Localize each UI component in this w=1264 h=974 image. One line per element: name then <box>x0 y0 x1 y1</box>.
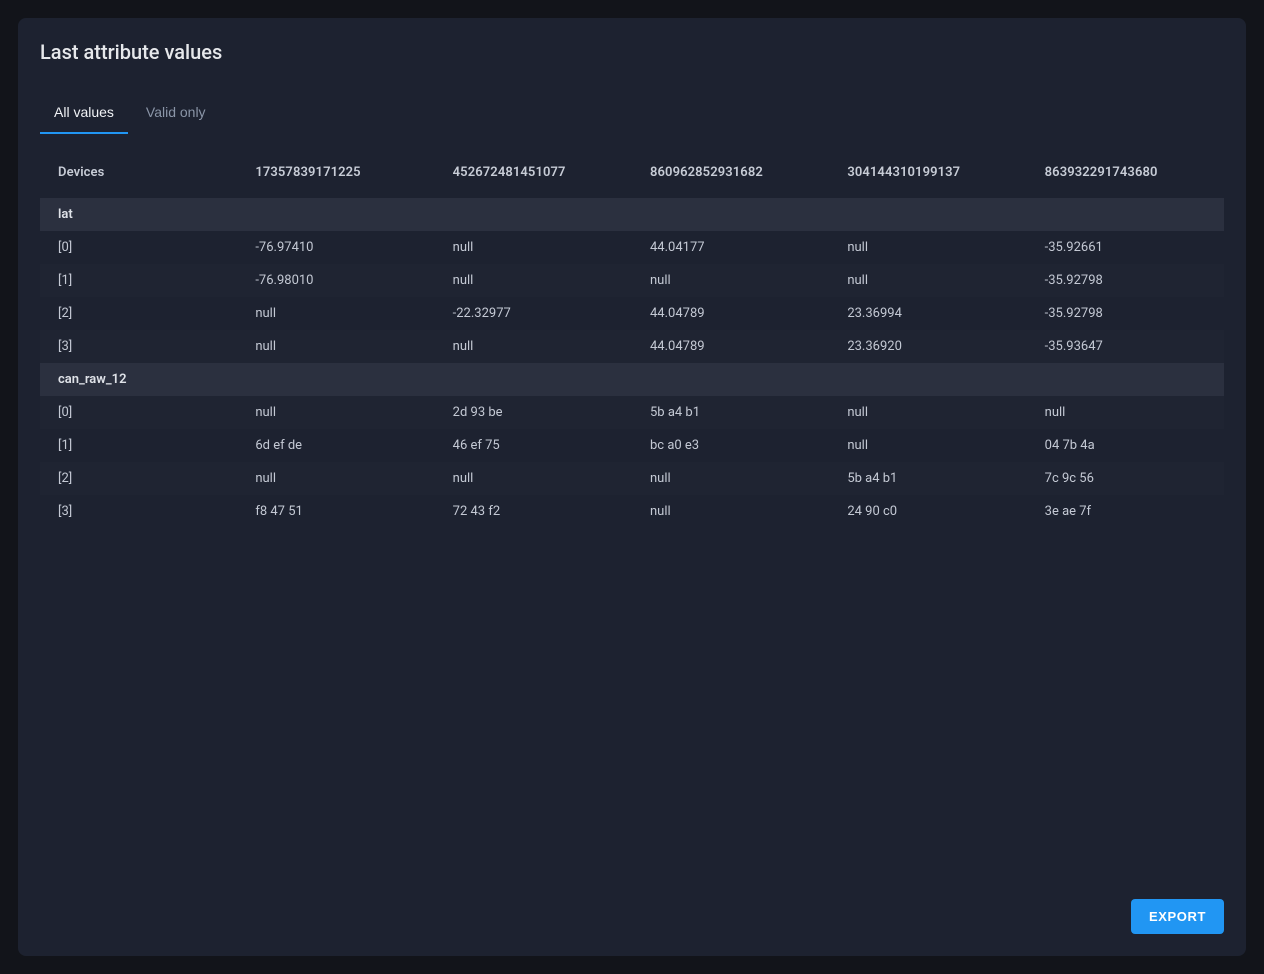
cell: null <box>237 462 434 495</box>
cell: 6d ef de <box>237 429 434 462</box>
cell: 23.36920 <box>829 330 1026 363</box>
cell: 44.04789 <box>632 297 829 330</box>
cell: f8 47 51 <box>237 495 434 528</box>
row-index: [2] <box>40 462 237 495</box>
table-scroll-area[interactable]: Devices 17357839171225 452672481451077 8… <box>18 135 1246 881</box>
col-device-1: 17357839171225 <box>237 147 434 198</box>
group-name: can_raw_12 <box>40 363 1224 396</box>
tabs: All values Valid only <box>18 94 1246 135</box>
col-device-4: 304144310199137 <box>829 147 1026 198</box>
row-index: [3] <box>40 495 237 528</box>
cell: null <box>237 330 434 363</box>
cell: 46 ef 75 <box>435 429 632 462</box>
cell: null <box>829 429 1026 462</box>
cell: -22.32977 <box>435 297 632 330</box>
tab-all-values[interactable]: All values <box>40 94 128 134</box>
col-device-5: 863932291743680 <box>1027 147 1224 198</box>
cell: null <box>1027 396 1224 429</box>
cell: -35.93647 <box>1027 330 1224 363</box>
table-row: [2] null null null 5b a4 b1 7c 9c 56 <box>40 462 1224 495</box>
cell: 5b a4 b1 <box>632 396 829 429</box>
row-index: [1] <box>40 429 237 462</box>
row-index: [1] <box>40 264 237 297</box>
cell: 7c 9c 56 <box>1027 462 1224 495</box>
cell: null <box>237 297 434 330</box>
cell: 04 7b 4a <box>1027 429 1224 462</box>
cell: null <box>829 264 1026 297</box>
table-header-row: Devices 17357839171225 452672481451077 8… <box>40 147 1224 198</box>
group-name: lat <box>40 198 1224 231</box>
tab-valid-only[interactable]: Valid only <box>132 94 220 132</box>
table-row: [1] 6d ef de 46 ef 75 bc a0 e3 null 04 7… <box>40 429 1224 462</box>
cell: 24 90 c0 <box>829 495 1026 528</box>
cell: 5b a4 b1 <box>829 462 1026 495</box>
group-header: can_raw_12 <box>40 363 1224 396</box>
cell: bc a0 e3 <box>632 429 829 462</box>
attribute-values-table: Devices 17357839171225 452672481451077 8… <box>40 147 1224 528</box>
cell: null <box>829 231 1026 264</box>
cell: 23.36994 <box>829 297 1026 330</box>
table-row: [3] null null 44.04789 23.36920 -35.9364… <box>40 330 1224 363</box>
cell: null <box>435 462 632 495</box>
cell: null <box>632 495 829 528</box>
table-row: [2] null -22.32977 44.04789 23.36994 -35… <box>40 297 1224 330</box>
cell: 44.04789 <box>632 330 829 363</box>
cell: null <box>435 330 632 363</box>
col-device-3: 860962852931682 <box>632 147 829 198</box>
row-index: [2] <box>40 297 237 330</box>
cell: null <box>829 396 1026 429</box>
group-header: lat <box>40 198 1224 231</box>
cell: null <box>237 396 434 429</box>
table-row: [0] null 2d 93 be 5b a4 b1 null null <box>40 396 1224 429</box>
export-button[interactable]: EXPORT <box>1131 899 1224 934</box>
row-index: [3] <box>40 330 237 363</box>
cell: 2d 93 be <box>435 396 632 429</box>
cell: -35.92798 <box>1027 264 1224 297</box>
table-row: [3] f8 47 51 72 43 f2 null 24 90 c0 3e a… <box>40 495 1224 528</box>
attribute-values-card: Last attribute values All values Valid o… <box>18 18 1246 956</box>
card-footer: EXPORT <box>18 881 1246 956</box>
cell: 44.04177 <box>632 231 829 264</box>
cell: null <box>435 231 632 264</box>
cell: 3e ae 7f <box>1027 495 1224 528</box>
cell: -76.98010 <box>237 264 434 297</box>
card-title: Last attribute values <box>18 18 1246 64</box>
row-index: [0] <box>40 231 237 264</box>
col-devices: Devices <box>40 147 237 198</box>
cell: -76.97410 <box>237 231 434 264</box>
row-index: [0] <box>40 396 237 429</box>
cell: -35.92661 <box>1027 231 1224 264</box>
cell: -35.92798 <box>1027 297 1224 330</box>
table-row: [1] -76.98010 null null null -35.92798 <box>40 264 1224 297</box>
cell: null <box>632 462 829 495</box>
cell: null <box>632 264 829 297</box>
cell: null <box>435 264 632 297</box>
table-row: [0] -76.97410 null 44.04177 null -35.926… <box>40 231 1224 264</box>
cell: 72 43 f2 <box>435 495 632 528</box>
col-device-2: 452672481451077 <box>435 147 632 198</box>
